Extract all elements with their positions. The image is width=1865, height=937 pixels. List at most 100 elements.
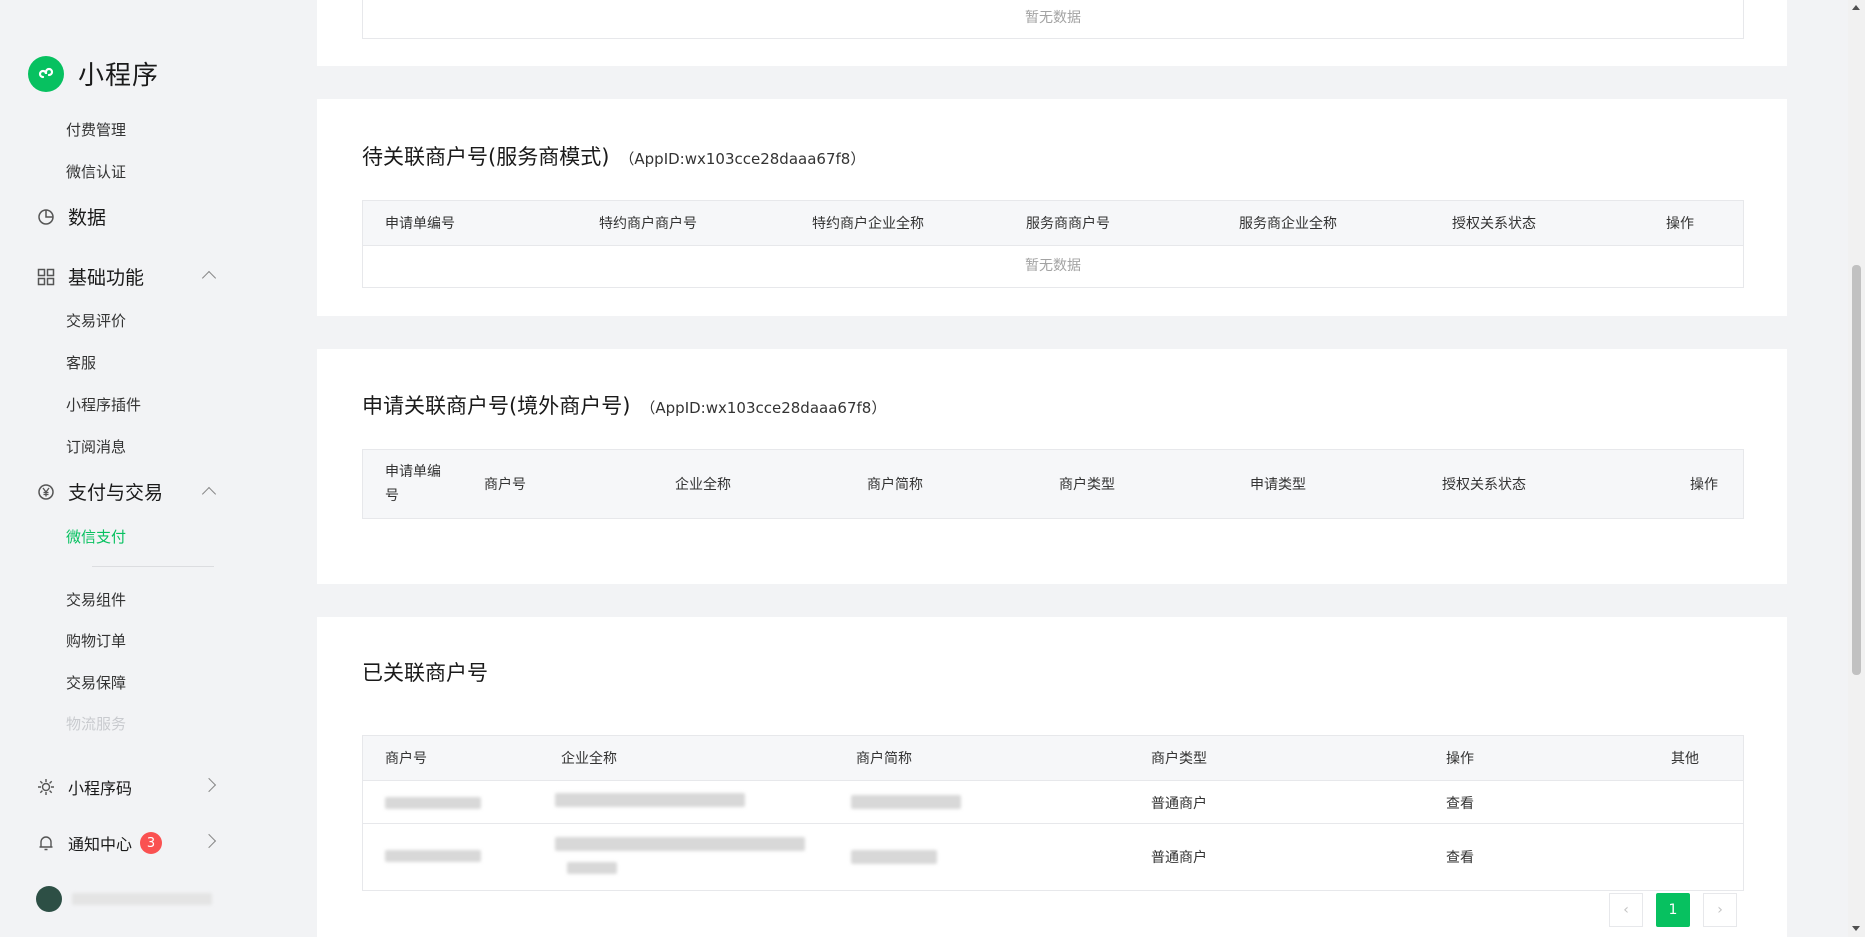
table-row: 普通商户 查看 — [363, 781, 1743, 823]
sidebar-item-orders[interactable]: 购物订单 — [66, 630, 126, 651]
col-header: 商户类型 — [1059, 477, 1115, 493]
scroll-up-arrow-icon[interactable] — [1852, 5, 1860, 10]
col-header: 申请类型 — [1250, 477, 1306, 493]
col-header: 授权关系状态 — [1442, 477, 1526, 493]
sidebar-item-customer-service[interactable]: 客服 — [66, 352, 96, 373]
col-header: 商户简称 — [856, 751, 912, 767]
col-header: 商户号 — [385, 751, 427, 767]
sidebar-item-trade-review[interactable]: 交易评价 — [66, 310, 126, 331]
sidebar: 小程序 付费管理 微信认证 数据 基础功能 交易评价 客服 小程序插件 订阅消息… — [0, 0, 316, 937]
col-header: 操作 — [1666, 216, 1694, 232]
pie-chart-icon — [36, 207, 56, 227]
pagination-current-page[interactable]: 1 — [1656, 893, 1690, 927]
sidebar-group-data[interactable]: 数据 — [36, 203, 106, 230]
col-header: 操作 — [1446, 751, 1474, 767]
col-header: 服务商商户号 — [1026, 216, 1110, 232]
col-header: 其他 — [1671, 751, 1699, 767]
merchant-id-redacted — [385, 850, 481, 862]
sidebar-item-trade-component[interactable]: 交易组件 — [66, 589, 126, 610]
section-title: 待关联商户号(服务商模式) （AppID:wx103cce28daaa67f8） — [362, 141, 865, 171]
col-header: 商户号 — [484, 477, 526, 493]
table-service: 申请单编号 特约商户商户号 特约商户企业全称 服务商商户号 服务商企业全称 授权… — [362, 200, 1744, 288]
brand-name: 小程序 — [78, 61, 160, 91]
merchant-type: 普通商户 — [1151, 796, 1207, 812]
sidebar-item-plugins[interactable]: 小程序插件 — [66, 394, 141, 415]
section-title-text: 申请关联商户号(境外商户号) — [362, 394, 631, 418]
table-linked: 商户号 企业全称 商户简称 商户类型 操作 其他 普通商户 查看 普通商户 查看 — [362, 735, 1744, 891]
col-header: 申请单编号 — [385, 216, 455, 232]
col-header: 商户类型 — [1151, 751, 1207, 767]
col-header: 服务商企业全称 — [1239, 216, 1337, 232]
table-top: 暂无数据 — [362, 0, 1744, 39]
col-header: 特约商户企业全称 — [812, 216, 924, 232]
table-header: 商户号 企业全称 商户简称 商户类型 操作 其他 — [363, 736, 1743, 781]
sidebar-item-wechat-pay[interactable]: 微信支付 — [66, 526, 126, 547]
table-header: 申请单编号 特约商户商户号 特约商户企业全称 服务商商户号 服务商企业全称 授权… — [363, 201, 1743, 246]
sidebar-group-payment[interactable]: 支付与交易 — [36, 478, 163, 505]
card-linked-merchants: 已关联商户号 商户号 企业全称 商户简称 商户类型 操作 其他 普通商户 查看 … — [317, 617, 1787, 937]
sidebar-group-basic[interactable]: 基础功能 — [36, 263, 144, 290]
grid-icon — [36, 267, 56, 287]
chevron-up-icon[interactable] — [201, 270, 217, 286]
sidebar-group-label: 数据 — [68, 207, 107, 229]
col-header: 操作 — [1690, 477, 1718, 493]
sidebar-item-wechat-verify[interactable]: 微信认证 — [66, 161, 126, 182]
card-overseas: 申请关联商户号(境外商户号) （AppID:wx103cce28daaa67f8）… — [317, 349, 1787, 584]
scrollbar-thumb[interactable] — [1852, 265, 1861, 675]
table-header: 申请单编号 商户号 企业全称 商户简称 商户类型 申请类型 授权关系状态 操作 — [363, 450, 1743, 518]
view-link[interactable]: 查看 — [1446, 847, 1474, 867]
page-scrollbar[interactable] — [1848, 0, 1865, 937]
sidebar-item-logistics[interactable]: 物流服务 — [66, 713, 126, 734]
col-header: 授权关系状态 — [1452, 216, 1536, 232]
appid-text: （AppID:wx103cce28daaa67f8） — [640, 399, 887, 417]
section-title-text: 待关联商户号(服务商模式) — [362, 145, 610, 169]
sidebar-group-label: 基础功能 — [68, 267, 145, 289]
col-header: 申请单编号 — [385, 464, 441, 504]
sun-icon — [36, 777, 56, 797]
sidebar-item-notifications[interactable]: 通知中心 3 — [36, 831, 163, 855]
sidebar-item-subscribe[interactable]: 订阅消息 — [66, 436, 126, 457]
sidebar-group-label: 支付与交易 — [68, 482, 164, 504]
chevron-right-icon[interactable] — [201, 833, 217, 849]
empty-text: 暂无数据 — [1025, 10, 1081, 26]
col-header: 企业全称 — [675, 477, 731, 493]
user-account[interactable] — [36, 886, 212, 912]
card-top-partial: 暂无数据 — [317, 0, 1787, 66]
yen-circle-icon — [36, 482, 56, 502]
notification-count-badge: 3 — [140, 832, 163, 854]
view-link[interactable]: 查看 — [1446, 793, 1474, 813]
brand[interactable]: 小程序 — [28, 55, 159, 92]
card-service-mode: 待关联商户号(服务商模式) （AppID:wx103cce28daaa67f8） … — [317, 99, 1787, 316]
divider — [92, 566, 214, 567]
chevron-right-icon[interactable] — [201, 777, 217, 793]
miniprogram-logo-icon — [28, 55, 64, 92]
section-title: 申请关联商户号(境外商户号) （AppID:wx103cce28daaa67f8） — [362, 390, 886, 420]
merchant-id-redacted — [385, 797, 481, 809]
chevron-up-icon[interactable] — [201, 486, 217, 502]
col-header: 商户简称 — [867, 477, 923, 493]
company-name-redacted — [555, 793, 745, 807]
appid-text: （AppID:wx103cce28daaa67f8） — [619, 150, 866, 168]
company-name-redacted — [567, 862, 617, 874]
col-header: 特约商户商户号 — [599, 216, 697, 232]
table-overseas: 申请单编号 商户号 企业全称 商户简称 商户类型 申请类型 授权关系状态 操作 — [362, 449, 1744, 519]
bell-icon — [36, 833, 56, 853]
short-name-redacted — [851, 795, 961, 809]
merchant-type: 普通商户 — [1151, 850, 1207, 866]
sidebar-item-billing[interactable]: 付费管理 — [66, 119, 126, 140]
avatar — [36, 886, 62, 912]
sidebar-item-label: 小程序码 — [68, 779, 133, 798]
table-row: 普通商户 查看 — [363, 823, 1743, 891]
scroll-down-arrow-icon[interactable] — [1852, 926, 1860, 931]
account-name-redacted — [72, 893, 212, 905]
sidebar-item-label: 通知中心 — [68, 835, 133, 854]
empty-text: 暂无数据 — [1025, 258, 1081, 274]
pagination-prev-button[interactable]: ‹ — [1609, 893, 1643, 927]
sidebar-item-trade-guarantee[interactable]: 交易保障 — [66, 672, 126, 693]
section-title: 已关联商户号 — [362, 661, 488, 685]
col-header: 企业全称 — [561, 751, 617, 767]
sidebar-item-miniprogram-code[interactable]: 小程序码 — [36, 775, 132, 799]
short-name-redacted — [851, 850, 937, 864]
company-name-redacted — [555, 837, 805, 851]
pagination-next-button[interactable]: › — [1703, 893, 1737, 927]
